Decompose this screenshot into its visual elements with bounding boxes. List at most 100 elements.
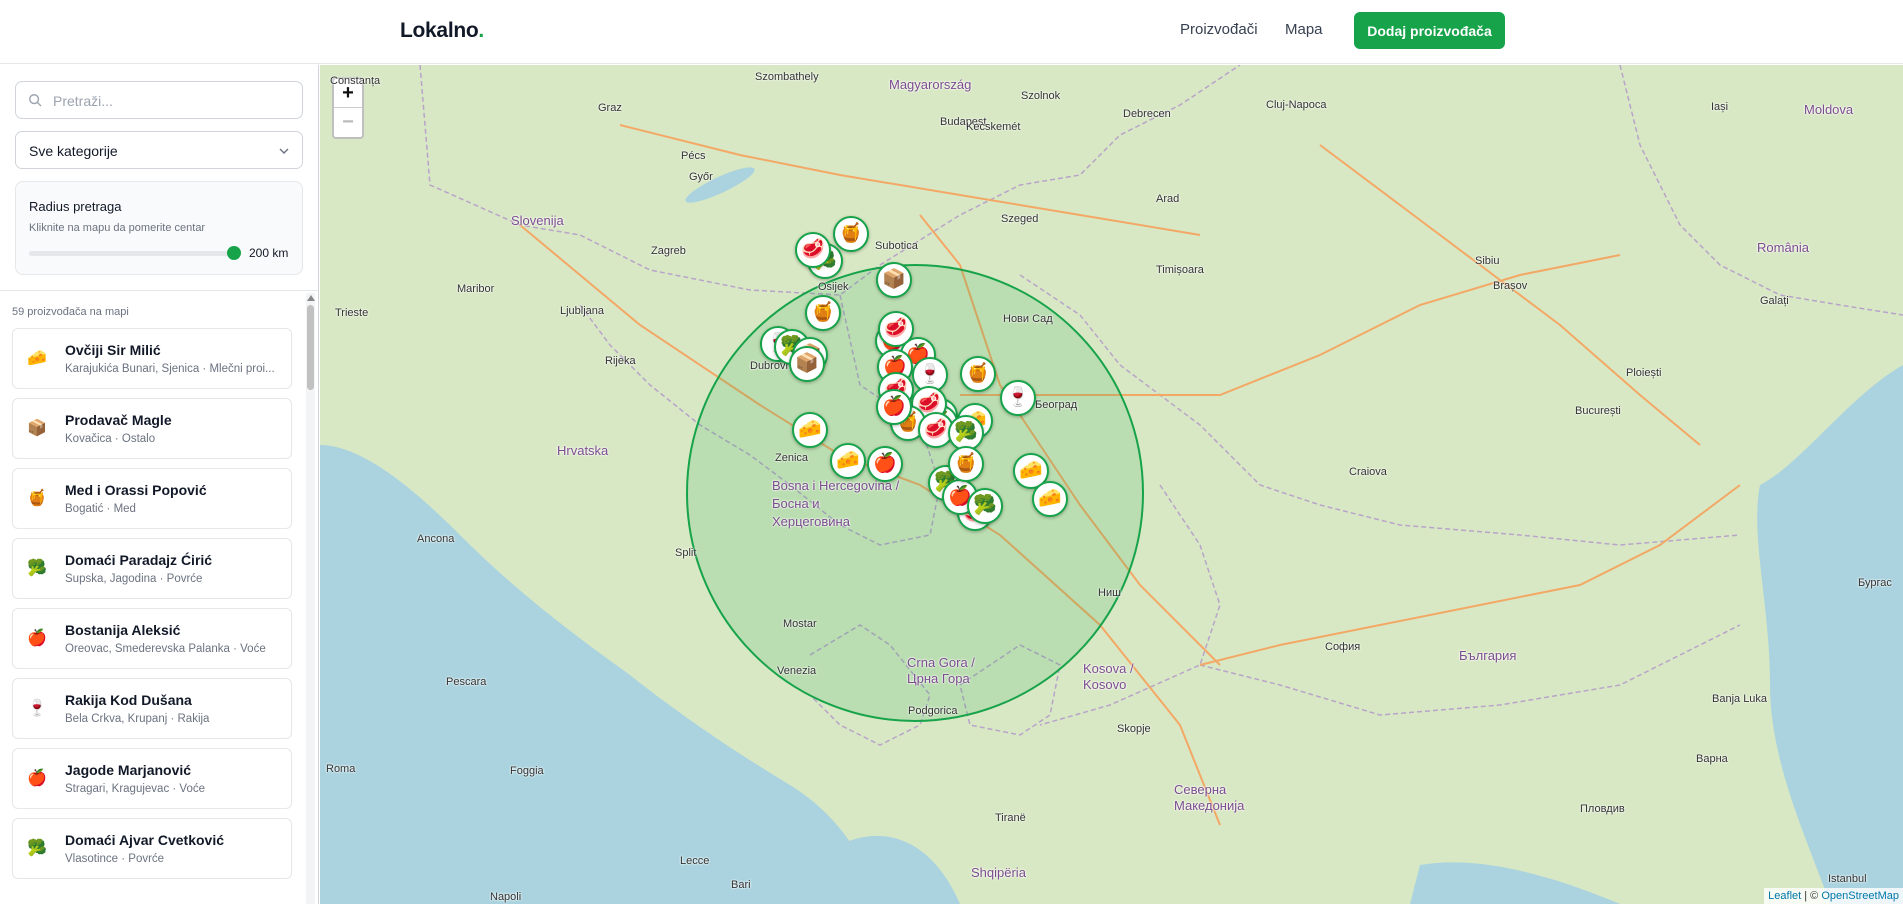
zoom-out-button[interactable]: − [334,108,362,137]
map-label: Szolnok [1021,90,1061,102]
producer-card[interactable]: 🍯 Med i Orassi Popović Bogatić · Med [12,468,292,529]
producer-marker[interactable]: 🧀 [1032,481,1068,517]
map-label: Craiova [1349,466,1387,478]
osm-link[interactable]: OpenStreetMap [1821,890,1899,902]
radius-hint: Kliknite na mapu da pomerite centar [29,222,206,234]
map-label: Нови Сад [1003,313,1053,325]
producer-marker[interactable]: 🍯 [960,356,996,392]
map-label: Pécs [681,150,706,162]
map-label: Slovenija [511,213,564,228]
map-label: Graz [598,102,622,114]
map-label: Banja Luka [1712,693,1768,705]
category-icon: 🍎 [27,630,47,647]
map-label: Iași [1711,101,1729,113]
radius-slider[interactable] [29,251,235,256]
map-label: България [1459,648,1517,663]
map-label: Варна [1696,753,1728,765]
producer-meta: Vlasotince · Povrće [65,853,165,865]
producer-marker[interactable]: 🍷 [1000,380,1036,416]
producer-card[interactable]: 📦 Prodavač Magle Kovačica · Ostalo [12,398,292,459]
map-label: București [1575,405,1621,417]
nav-link-map[interactable]: Mapa [1285,21,1323,38]
map-label: Pescara [446,676,487,688]
map-label: Македонија [1174,798,1245,813]
sidebar-scrollbar[interactable] [306,293,315,904]
scrollbar-thumb[interactable] [307,305,314,390]
map-label: Ljubljana [560,305,605,317]
producer-card[interactable]: 🧀 Ovčiji Sir Milić Karajukića Bunari, Sjen… [12,328,292,389]
map[interactable]: + − Leaflet | © OpenStreetMap Magyarorsz… [320,65,1903,904]
producer-marker[interactable]: 📦 [789,346,825,382]
producer-marker[interactable]: 🍯 [948,446,984,482]
map-label: Mostar [783,618,817,630]
search-icon [29,94,42,107]
producer-card[interactable]: 🥦 Domaći Ajvar Cvetković Vlasotince · Povr… [12,818,292,879]
logo[interactable]: Lokalno. [400,19,484,43]
producer-meta: Karajukića Bunari, Sjenica · Mlečni proi… [65,363,275,375]
producer-marker[interactable]: 🧀 [792,412,828,448]
producer-name: Bostanija Aleksić [65,622,181,638]
map-label: Ниш [1098,587,1121,599]
producer-meta: Stragari, Kragujevac · Voće [65,783,205,795]
radius-panel: Radius pretraga Kliknite na mapu da pome… [15,181,303,275]
map-label: Kosova / [1083,661,1134,676]
map-label: Ploiești [1626,367,1662,379]
producer-meta: Bela Crkva, Krupanj · Rakija [65,713,210,725]
map-label: Kosovo [1083,677,1127,692]
category-icon: 🍷 [27,700,47,717]
category-select[interactable]: Sve kategorije [15,131,303,169]
map-label: Győr [689,171,713,183]
search-input[interactable]: Pretraži... [15,81,303,119]
map-label: Zagreb [651,245,686,257]
category-icon: 📦 [27,420,47,437]
producer-name: Jagode Marjanović [65,762,192,778]
producer-card[interactable]: 🍷 Rakija Kod Dušana Bela Crkva, Krupanj · … [12,678,292,739]
producer-card[interactable]: 🍎 Bostanija Aleksić Oreovac, Smederevska P… [12,608,292,669]
map-label: Београд [1035,399,1078,411]
map-label: Bari [731,879,751,891]
leaflet-link[interactable]: Leaflet [1768,890,1801,902]
scroll-up-arrow[interactable] [307,295,315,301]
map-label: Cluj-Napoca [1266,99,1327,111]
add-producer-button[interactable]: Dodaj proizvođača [1354,12,1505,49]
producer-marker[interactable]: 🥩 [795,232,831,268]
map-label: Osijek [818,281,849,293]
producer-marker[interactable]: 🧀 [830,443,866,479]
map-base [320,65,1903,904]
map-label: Lecce [680,855,710,867]
map-label: Rijeka [605,355,636,367]
map-attribution: Leaflet | © OpenStreetMap [1764,888,1903,904]
producer-meta: Kovačica · Ostalo [65,433,156,445]
map-label: Црна Гора [907,671,970,686]
map-label: Kecskemét [966,121,1021,133]
producer-marker[interactable]: 🥦 [967,488,1003,524]
map-label: Roma [326,763,356,775]
category-icon: 🥦 [27,560,47,577]
map-label: Maribor [457,283,495,295]
producer-marker[interactable]: 🍎 [867,446,903,482]
sidebar: Pretraži... Sve kategorije Radius pretra… [0,65,319,904]
map-label: Napoli [490,891,522,903]
producer-name: Rakija Kod Dušana [65,692,192,708]
map-label: Crna Gora / [907,655,975,670]
map-label: Venezia [777,665,817,677]
map-label: Бургас [1858,577,1892,589]
producer-marker[interactable]: 🍯 [805,295,841,331]
producer-count: 59 proizvođača na mapi [12,306,129,318]
producer-card[interactable]: 🥦 Domaći Paradajz Ćirić Supska, Jagodina ·… [12,538,292,599]
map-label: Brașov [1493,280,1528,292]
producer-marker[interactable]: 🍯 [833,216,869,252]
producer-meta: Oreovac, Smederevska Palanka · Voće [65,643,266,655]
category-select-value: Sve kategorije [29,143,118,159]
map-label: Subotica [875,240,918,252]
radius-slider-thumb[interactable] [227,246,241,260]
producer-marker[interactable]: 🍎 [876,389,912,425]
map-label: Foggia [510,765,544,777]
producer-name: Domaći Paradajz Ćirić [65,552,213,568]
producer-card[interactable]: 🍎 Jagode Marjanović Stragari, Kragujevac ·… [12,748,292,809]
divider [0,290,318,291]
nav-link-producers[interactable]: Proizvođači [1180,21,1258,38]
category-icon: 🧀 [27,350,47,367]
producer-marker[interactable]: 📦 [876,262,912,298]
map-label: Szeged [1001,213,1039,225]
